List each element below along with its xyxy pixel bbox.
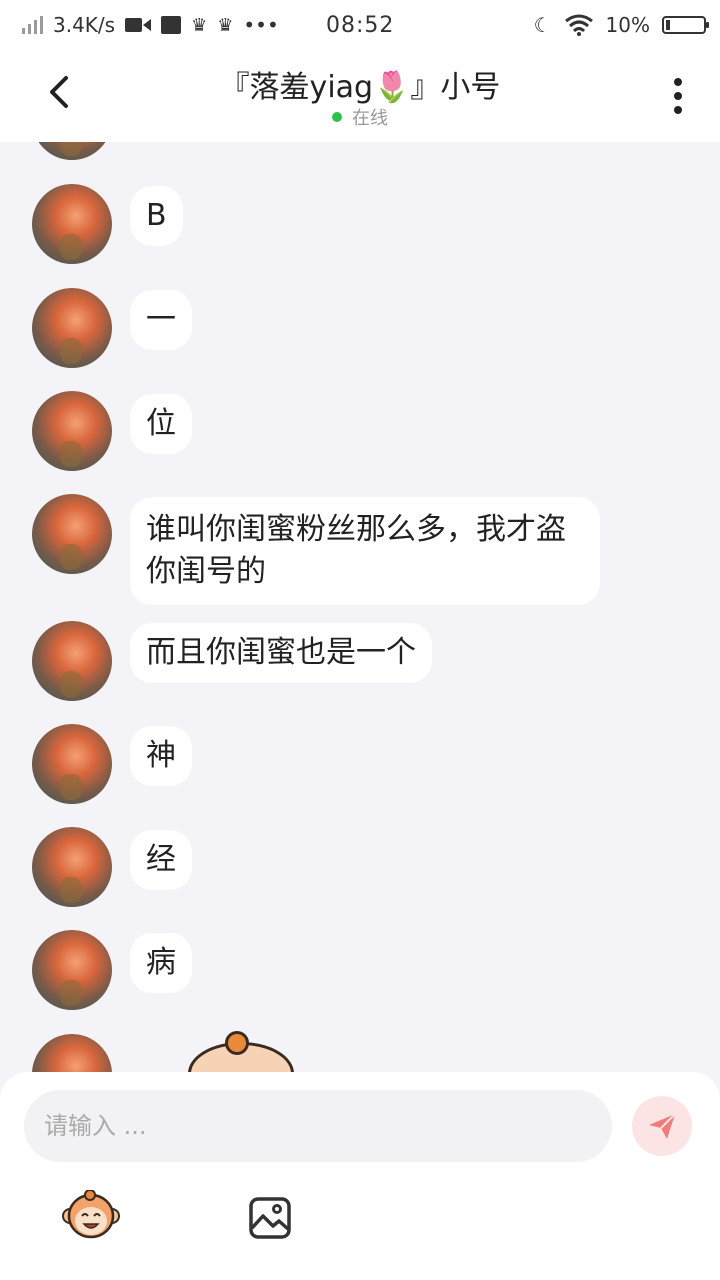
sticker-image[interactable] [188,1031,294,1072]
message-input[interactable]: 请输入 ... [24,1090,612,1162]
status-bar-left: 3.4K/s ♛ ♛ ••• [22,0,279,50]
battery-percent: 10% [605,13,650,37]
message-bubble[interactable]: B [130,186,183,246]
crown-icon: ♛ [217,14,234,36]
avatar[interactable] [32,494,112,574]
sticker-button[interactable] [62,1189,120,1240]
avatar[interactable] [32,184,112,264]
send-button[interactable] [632,1096,692,1156]
chat-header: 『落羞yiag🌷』小号 在线 [0,50,720,142]
avatar[interactable] [32,142,112,160]
image-icon [249,1197,291,1239]
avatar[interactable] [32,930,112,1010]
send-icon [649,1113,676,1139]
more-notifications-icon: ••• [243,13,279,37]
crown-icon: ♛ [191,14,208,36]
more-dot-icon [674,92,682,100]
avatar[interactable] [32,724,112,804]
message-bubble[interactable]: 一 [130,290,192,350]
avatar[interactable] [32,288,112,368]
chat-title: 『落羞yiag🌷』小号 [219,70,501,105]
more-dot-icon [674,106,682,114]
status-bar: 3.4K/s ♛ ♛ ••• 08:52 ☾ 10% [0,0,720,50]
more-options-button[interactable] [672,78,684,114]
network-speed: 3.4K/s [53,13,116,37]
message-list[interactable]: B 一 位 谁叫你闺蜜粉丝那么多，我才盗你闺号的 而且你闺蜜也是一个 神 经 病 [0,142,720,1072]
online-status: 在线 [0,104,720,130]
message-bubble[interactable]: 经 [130,830,192,890]
more-dot-icon [674,78,682,86]
message-bubble[interactable]: 而且你闺蜜也是一个 [130,623,432,683]
online-status-label: 在线 [352,108,388,129]
message-bubble[interactable]: 位 [130,394,192,454]
message-bubble[interactable]: 神 [130,726,192,786]
video-icon [125,18,152,32]
wifi-icon [564,14,593,36]
avatar[interactable] [32,621,112,701]
shopping-bag-icon [161,16,182,34]
avatar[interactable] [32,1034,112,1072]
signal-icon [22,16,43,34]
clock: 08:52 [326,12,395,38]
moon-icon: ☾ [533,13,552,37]
message-bubble[interactable]: 谁叫你闺蜜粉丝那么多，我才盗你闺号的 [130,497,600,605]
input-panel: 请输入 ... [0,1072,720,1280]
avatar[interactable] [32,827,112,907]
image-button[interactable] [248,1196,292,1240]
online-dot-icon [332,112,342,122]
message-bubble[interactable]: 病 [130,933,192,993]
monkey-face-icon [62,1189,120,1239]
avatar[interactable] [32,391,112,471]
status-bar-right: ☾ 10% [533,0,709,50]
battery-icon [662,16,709,34]
